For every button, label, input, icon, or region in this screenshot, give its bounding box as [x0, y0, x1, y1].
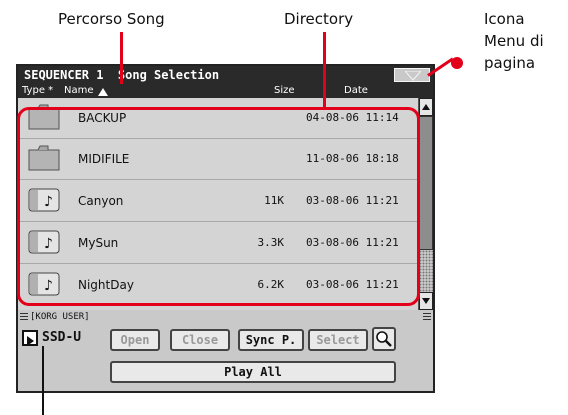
column-size[interactable]: Size: [274, 84, 295, 98]
callout-song-path: Percorso Song: [58, 10, 165, 28]
open-button[interactable]: Open: [110, 329, 160, 351]
current-path: [KORG USER]: [30, 312, 90, 322]
callout-page-menu-icon-2: Menu di: [484, 32, 544, 50]
column-type[interactable]: Type *: [22, 84, 53, 98]
column-header-row: Type * Name Size Date: [18, 84, 433, 98]
directory-leader: [323, 32, 326, 108]
scroll-track[interactable]: [419, 116, 433, 292]
scroll-down-button[interactable]: [419, 292, 433, 310]
song-path-leader: [120, 32, 123, 84]
device-leader: [42, 346, 44, 415]
play-triangle-icon: [27, 336, 34, 346]
scroll-up-button[interactable]: [419, 98, 433, 116]
device-selector-button[interactable]: [22, 330, 38, 346]
column-date[interactable]: Date: [344, 84, 368, 98]
device-name: SSD-U: [42, 330, 82, 345]
path-bar: [KORG USER]: [18, 311, 433, 323]
sync-p-button[interactable]: Sync P.: [238, 329, 304, 351]
callout-page-menu-icon-1: Icona: [484, 10, 525, 28]
list-scrollbar[interactable]: [418, 98, 433, 310]
path-lines-icon: [20, 313, 28, 320]
scroll-thumb[interactable]: [419, 116, 433, 250]
page-menu-leader-dot: [451, 57, 463, 69]
arrow-down-icon: [422, 298, 430, 304]
magnifier-icon: [376, 331, 392, 347]
arrow-up-icon: [422, 104, 430, 110]
path-lines-icon: [423, 313, 431, 320]
callout-page-menu-icon-3: pagina: [484, 54, 536, 72]
page-menu-button[interactable]: [394, 68, 430, 82]
window-title: SEQUENCER 1 Song Selection: [18, 66, 433, 84]
play-all-button[interactable]: Play All: [110, 361, 396, 383]
close-button[interactable]: Close: [170, 329, 230, 351]
directory-highlight: [17, 107, 420, 306]
callout-directory: Directory: [284, 10, 354, 28]
search-button[interactable]: [372, 327, 396, 351]
scroll-track-pattern: [419, 250, 433, 292]
column-name[interactable]: Name: [64, 84, 94, 98]
page-menu-triangle-icon: [405, 71, 421, 81]
select-button[interactable]: Select: [308, 329, 368, 351]
